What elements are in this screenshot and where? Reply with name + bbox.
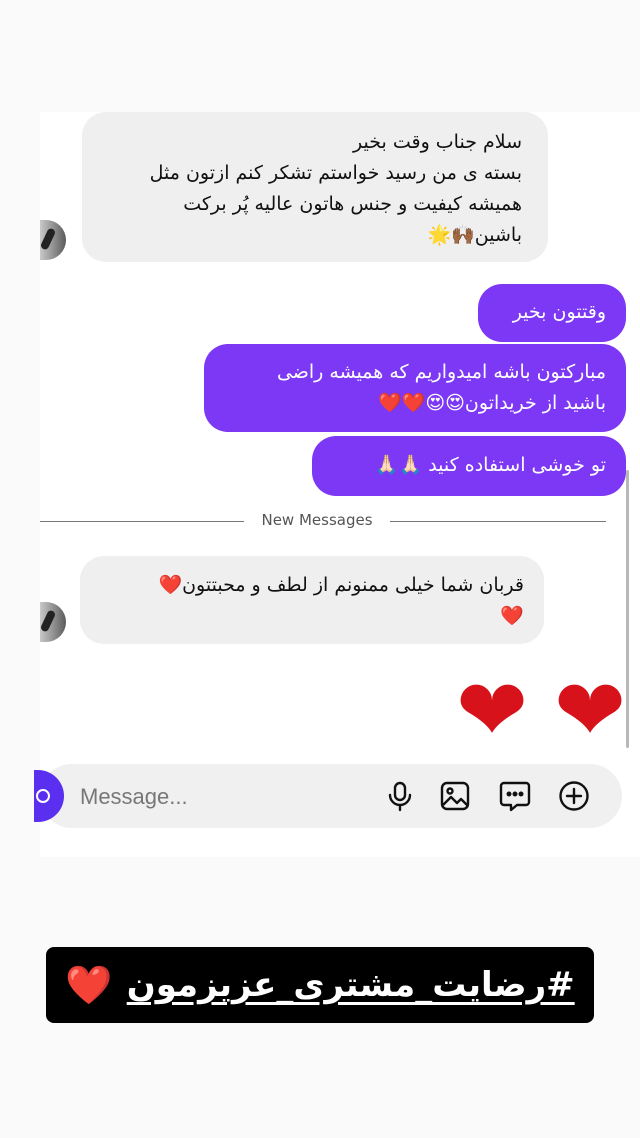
message-line: باشین🙌🏾🌟 xyxy=(427,224,522,246)
new-messages-divider: New Messages xyxy=(250,511,384,529)
heart-icon: ❤️ xyxy=(65,962,113,1007)
incoming-message-bubble[interactable]: سلام جناب وقت بخیر بسته ی من رسید خواستم… xyxy=(82,112,548,262)
message-line: قربان شما خیلی ممنونم از لطف و محبتتون❤️ xyxy=(158,574,524,596)
gallery-icon[interactable] xyxy=(439,780,471,812)
message-line: ❤️ xyxy=(500,605,524,627)
message-line: سلام جناب وقت بخیر xyxy=(353,131,522,153)
message-line: وقتتون بخیر xyxy=(512,301,606,323)
message-input[interactable] xyxy=(78,782,302,812)
outgoing-message-bubble[interactable]: تو خوشی استفاده کنید 🙏🏻🙏🏻 xyxy=(312,436,626,496)
heart-emoji: ❤ xyxy=(456,661,529,761)
message-line: همیشه کیفیت و جنس هاتون عالیه پُر برکت xyxy=(183,193,522,215)
sticker-icon[interactable] xyxy=(499,780,531,812)
message-line: مبارکتون باشه امیدواریم که همیشه راضی xyxy=(276,361,606,383)
divider-line xyxy=(390,521,606,522)
scrollbar[interactable] xyxy=(626,470,629,748)
incoming-message-bubble[interactable]: قربان شما خیلی ممنونم از لطف و محبتتون❤️… xyxy=(80,556,544,644)
message-line: تو خوشی استفاده کنید 🙏🏻🙏🏻 xyxy=(374,454,606,476)
message-line: باشید از خریداتون😍😍❤️❤️ xyxy=(378,392,606,414)
add-icon[interactable] xyxy=(558,780,590,812)
message-composer xyxy=(34,764,622,828)
hashtag-banner: #رضایت_مشتری_عزیزمون ❤️ xyxy=(46,947,594,1023)
outgoing-message-bubble[interactable]: مبارکتون باشه امیدواریم که همیشه راضی با… xyxy=(204,344,626,432)
message-line: بسته ی من رسید خواستم تشکر کنم ازتون مثل xyxy=(149,162,522,184)
divider-line xyxy=(40,521,244,522)
hashtag-text[interactable]: #رضایت_مشتری_عزیزمون xyxy=(127,965,575,1005)
microphone-icon[interactable] xyxy=(384,780,416,812)
heart-emoji: ❤ xyxy=(553,661,626,761)
outgoing-message-bubble[interactable]: وقتتون بخیر xyxy=(478,284,626,342)
camera-icon[interactable] xyxy=(34,770,64,822)
sent-hearts[interactable]: ❤ ❤ xyxy=(456,668,626,754)
